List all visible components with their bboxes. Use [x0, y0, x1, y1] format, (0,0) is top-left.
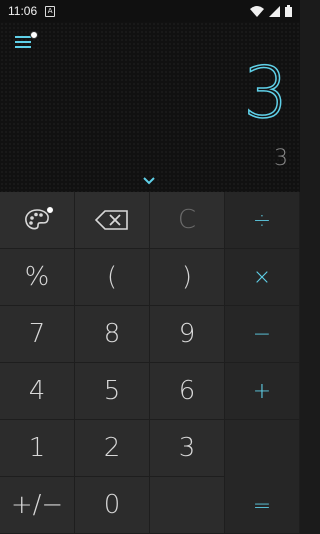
menu-badge — [30, 31, 38, 39]
status-icons — [250, 5, 292, 17]
percent-button[interactable]: % — [0, 249, 75, 306]
digit-6-button[interactable]: 6 — [150, 363, 225, 420]
status-time: 11:06 — [8, 4, 38, 18]
equals-button[interactable]: = — [225, 420, 300, 534]
theme-button[interactable] — [0, 192, 75, 249]
plus-button[interactable]: + — [225, 363, 300, 420]
multiply-button[interactable]: × — [225, 249, 300, 306]
wifi-icon — [250, 5, 264, 17]
result-display: 3 — [243, 52, 289, 134]
backspace-button[interactable] — [75, 192, 150, 249]
clear-button[interactable]: C — [150, 192, 225, 249]
digit-5-button[interactable]: 5 — [75, 363, 150, 420]
status-bar: 11:06 A — [0, 0, 300, 22]
sign-toggle-button[interactable]: +/− — [0, 477, 75, 534]
digit-8-button[interactable]: 8 — [75, 306, 150, 363]
notification-icon: A — [45, 5, 56, 17]
equals-label: = — [252, 494, 272, 519]
theme-badge — [46, 206, 54, 214]
minus-button[interactable]: − — [225, 306, 300, 363]
calculator-display: 3 3 — [0, 22, 300, 192]
battery-icon — [285, 5, 292, 17]
digit-2-button[interactable]: 2 — [75, 420, 150, 477]
digit-0-button[interactable]: 0 — [75, 477, 150, 534]
expression-display: 3 — [274, 146, 288, 171]
digit-3-button[interactable]: 3 — [150, 420, 225, 477]
open-paren-button[interactable]: ( — [75, 249, 150, 306]
menu-button[interactable] — [15, 31, 38, 52]
divide-button[interactable]: ÷ — [225, 192, 300, 249]
empty-key — [150, 477, 225, 534]
close-paren-button[interactable]: ) — [150, 249, 225, 306]
digit-4-button[interactable]: 4 — [0, 363, 75, 420]
digit-9-button[interactable]: 9 — [150, 306, 225, 363]
chevron-down-icon[interactable] — [142, 176, 156, 186]
keypad: C ÷ % ( ) × 7 8 9 − 4 5 6 + 1 2 3 +/− 0 … — [0, 192, 300, 534]
digit-1-button[interactable]: 1 — [0, 420, 75, 477]
signal-icon — [269, 5, 280, 17]
digit-7-button[interactable]: 7 — [0, 306, 75, 363]
backspace-icon — [95, 210, 128, 230]
